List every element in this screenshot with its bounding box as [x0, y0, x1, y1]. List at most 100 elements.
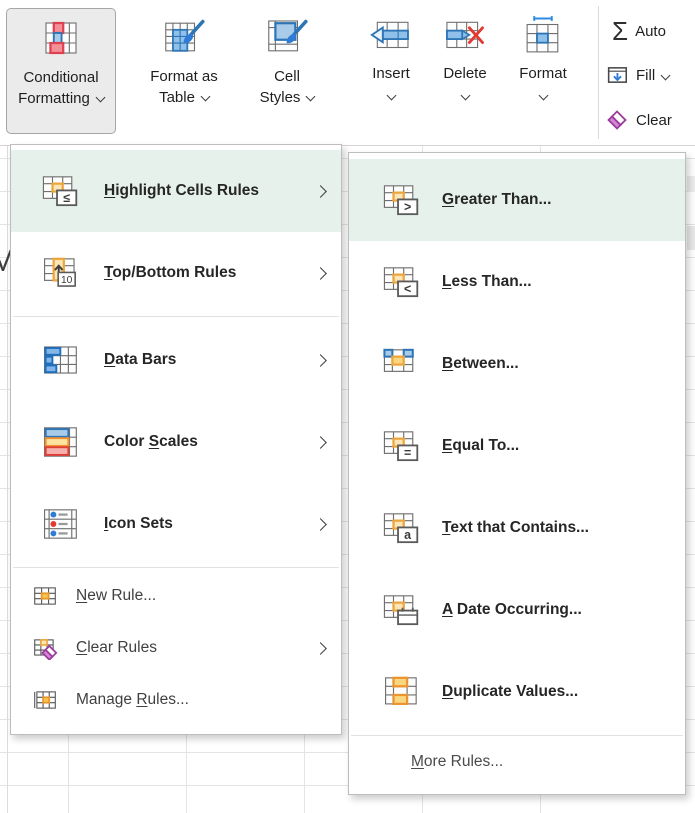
- data-bars-icon: [41, 343, 81, 377]
- chevron-down-icon: [661, 70, 671, 80]
- ribbon: Conditional Formatting Format as Table: [0, 0, 695, 146]
- between-icon: [382, 347, 422, 381]
- menu-item-icon-sets[interactable]: Icon Sets: [11, 483, 341, 565]
- conditional-formatting-icon: [41, 15, 81, 61]
- menu-item-greater-than[interactable]: > Greater Than...: [349, 159, 685, 241]
- format-as-table-button[interactable]: Format as Table: [128, 8, 240, 136]
- menu-item-label: Top/Bottom Rules: [104, 264, 236, 282]
- submenu-arrow-icon: [314, 642, 327, 655]
- menu-item-equal-to[interactable]: =Equal To...: [349, 405, 685, 487]
- menu-item-label: Color Scales: [104, 433, 198, 451]
- delete-button[interactable]: Delete: [428, 8, 502, 138]
- color-scales-icon: [41, 425, 81, 459]
- cell-styles-label-line2: Styles: [260, 89, 301, 106]
- format-button[interactable]: Format: [502, 8, 584, 138]
- submenu-arrow-icon: [314, 436, 327, 449]
- submenu-arrow-icon: [314, 518, 327, 531]
- menu-item-label: Between...: [442, 355, 519, 373]
- fill-button[interactable]: Fill: [607, 64, 669, 86]
- menu-item-new-rule[interactable]: New Rule...: [11, 570, 341, 622]
- submenu-arrow-icon: [314, 354, 327, 367]
- manage-rules-icon: [32, 688, 58, 712]
- menu-item-label: A Date Occurring...: [442, 601, 582, 619]
- menu-item-label: Duplicate Values...: [442, 683, 578, 701]
- chevron-down-icon: [460, 91, 470, 101]
- menu-item-label: Less Than...: [442, 273, 532, 291]
- format-as-table-icon: [163, 14, 205, 60]
- fill-down-icon: [607, 64, 629, 86]
- icon-sets-icon: [41, 507, 81, 541]
- ribbon-group-divider: [598, 6, 599, 139]
- format-label: Format: [519, 64, 567, 84]
- menu-separator: [13, 316, 339, 317]
- cell-styles-icon: [266, 14, 308, 60]
- format-cells-icon: [520, 8, 566, 64]
- new-rule-icon: [32, 584, 58, 608]
- menu-item-clear-rules[interactable]: Clear Rules: [11, 622, 341, 674]
- highlight-cells-rules-submenu: > Greater Than... < Less Than... Between..…: [348, 152, 686, 795]
- chevron-down-icon: [95, 93, 105, 103]
- menu-item-text-that-contains[interactable]: a Text that Contains...: [349, 487, 685, 569]
- menu-separator: [351, 735, 683, 736]
- svg-text:=: =: [404, 446, 411, 460]
- fill-label: Fill: [636, 67, 655, 84]
- menu-item-label: Icon Sets: [104, 515, 173, 533]
- insert-button[interactable]: Insert: [356, 8, 426, 138]
- cell-styles-label-line1: Cell: [274, 66, 300, 87]
- conditional-formatting-menu: ≤ Highlight Cells Rules 10 Top/Bottom Rule…: [10, 144, 342, 735]
- menu-item-more-rules[interactable]: More Rules...: [349, 738, 685, 786]
- clear-rules-icon: [32, 636, 58, 660]
- submenu-arrow-icon: [314, 267, 327, 280]
- chevron-down-icon: [386, 91, 396, 101]
- menu-item-a-date-occurring[interactable]: A Date Occurring...: [349, 569, 685, 651]
- top-bottom-rules-icon: 10: [41, 256, 81, 290]
- worksheet-shaded-cell: [687, 176, 695, 192]
- autosum-button[interactable]: Σ Auto: [612, 18, 666, 44]
- equal-to-icon: =: [382, 429, 422, 463]
- highlight-cells-rules-icon: ≤: [41, 174, 81, 208]
- menu-item-label: Clear Rules: [76, 639, 157, 657]
- svg-text:a: a: [404, 528, 411, 542]
- chevron-down-icon: [200, 92, 210, 102]
- delete-cells-icon: [442, 8, 488, 64]
- menu-separator: [13, 567, 339, 568]
- conditional-formatting-label-line2: Formatting: [18, 90, 90, 107]
- menu-item-label: Manage Rules...: [76, 691, 189, 709]
- menu-item-manage-rules[interactable]: Manage Rules...: [11, 674, 341, 726]
- chevron-down-icon: [538, 91, 548, 101]
- delete-label: Delete: [443, 64, 486, 84]
- date-occurring-icon: [382, 593, 422, 627]
- submenu-arrow-icon: [314, 185, 327, 198]
- menu-item-less-than[interactable]: < Less Than...: [349, 241, 685, 323]
- menu-item-label: Highlight Cells Rules: [104, 182, 259, 200]
- insert-label: Insert: [372, 64, 410, 84]
- svg-text:10: 10: [61, 275, 73, 286]
- menu-item-label: Greater Than...: [442, 191, 551, 209]
- text-contains-icon: a: [382, 511, 422, 545]
- autosum-label: Auto: [635, 23, 666, 40]
- menu-item-highlight-cells-rules[interactable]: ≤ Highlight Cells Rules: [11, 150, 341, 232]
- menu-item-top-bottom-rules[interactable]: 10 Top/Bottom Rules: [11, 232, 341, 314]
- menu-item-label: Text that Contains...: [442, 519, 589, 537]
- greater-than-icon: >: [382, 183, 422, 217]
- cell-styles-button[interactable]: Cell Styles: [246, 8, 328, 136]
- clear-button[interactable]: Clear: [605, 108, 672, 132]
- svg-text:>: >: [404, 200, 411, 214]
- format-as-table-label-line2: Table: [159, 89, 195, 106]
- eraser-icon: [605, 108, 629, 132]
- format-as-table-label-line1: Format as: [150, 66, 218, 87]
- svg-text:<: <: [404, 282, 411, 296]
- menu-item-label: New Rule...: [76, 587, 156, 605]
- duplicate-values-icon: [382, 675, 422, 709]
- menu-item-color-scales[interactable]: Color Scales: [11, 401, 341, 483]
- menu-item-data-bars[interactable]: Data Bars: [11, 319, 341, 401]
- menu-item-duplicate-values[interactable]: Duplicate Values...: [349, 651, 685, 733]
- menu-item-label: More Rules...: [411, 753, 503, 771]
- svg-text:≤: ≤: [63, 191, 70, 205]
- conditional-formatting-button[interactable]: Conditional Formatting: [6, 8, 116, 134]
- sigma-icon: Σ: [612, 18, 628, 44]
- worksheet-shaded-cell: [687, 226, 695, 250]
- less-than-icon: <: [382, 265, 422, 299]
- clear-label: Clear: [636, 112, 672, 129]
- menu-item-between[interactable]: Between...: [349, 323, 685, 405]
